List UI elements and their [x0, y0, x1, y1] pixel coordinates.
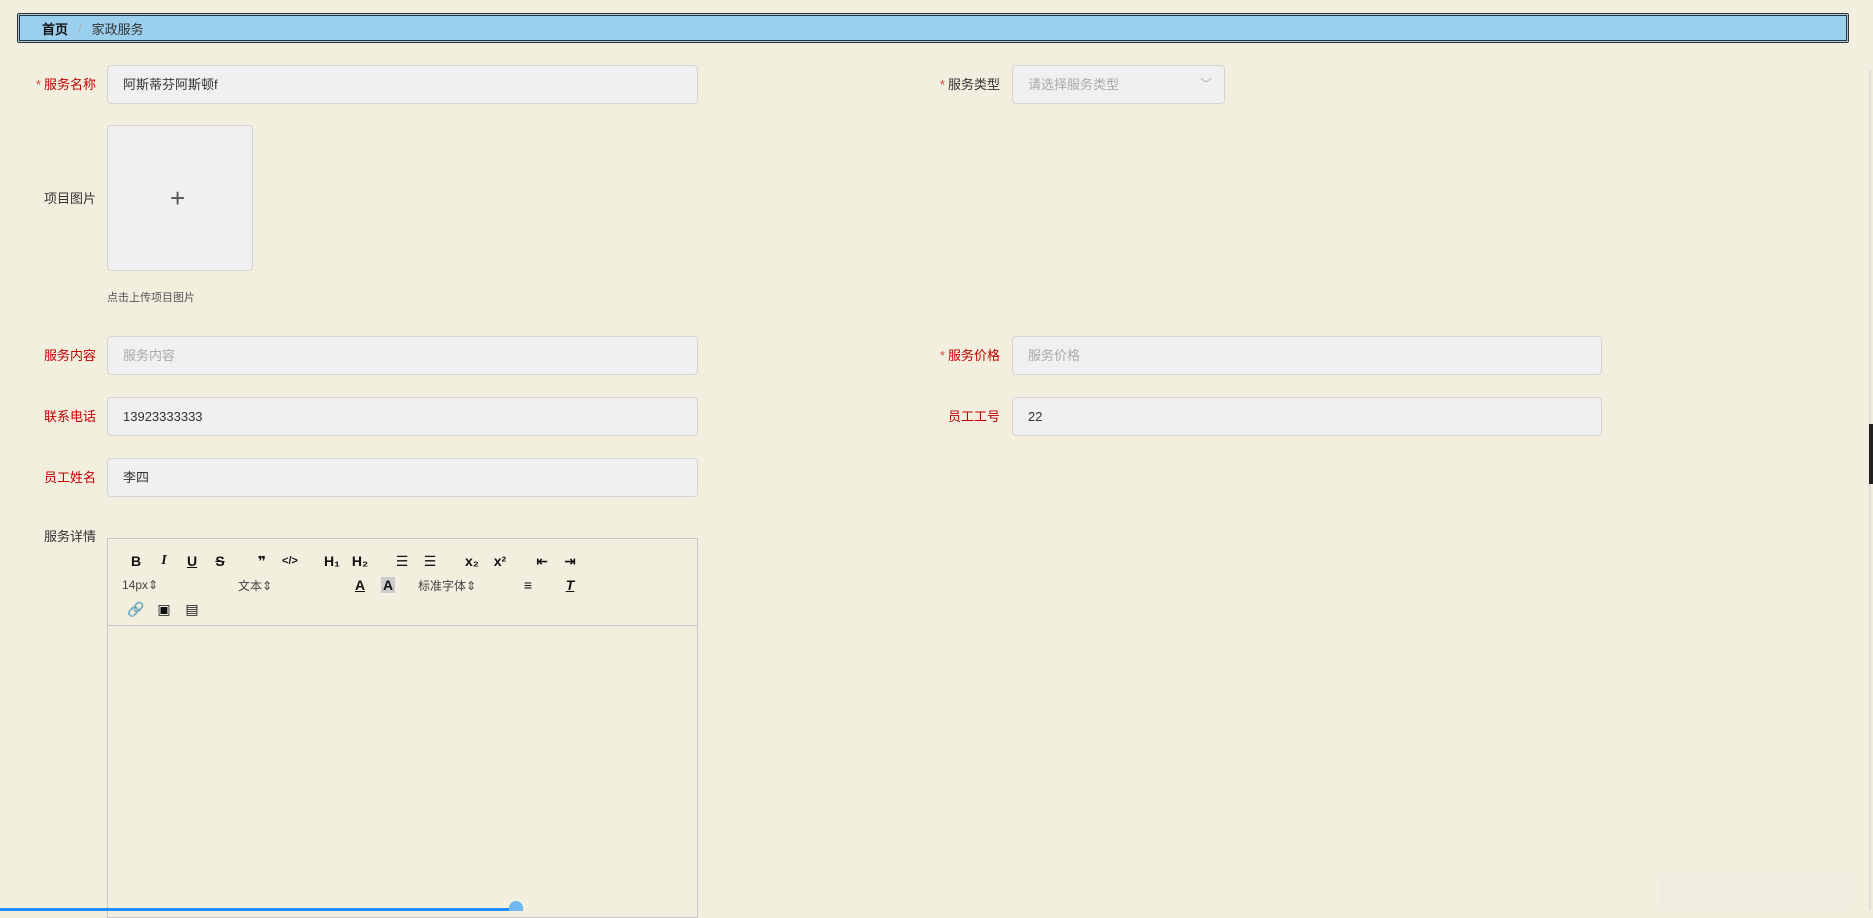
updown-icon: ⇕: [262, 578, 273, 593]
subscript-icon[interactable]: x₂: [458, 553, 486, 569]
scrollbar-track[interactable]: [1869, 70, 1871, 910]
service-type-label: * 服务类型: [939, 77, 1000, 92]
upload-hint: 点击上传项目图片: [107, 292, 195, 304]
employee-id-label: 员工工号: [947, 409, 1000, 424]
editor-toolbar: B I U S ❞ </> H₁ H₂ ☰ ☰ x₂ x² ⇤ ⇥ 14px⇕ …: [108, 539, 697, 626]
superscript-icon[interactable]: x²: [486, 553, 514, 569]
outdent-icon[interactable]: ⇤: [528, 553, 556, 570]
font-family-select[interactable]: 标准字体⇕: [402, 577, 514, 594]
strikethrough-icon[interactable]: S: [206, 553, 234, 569]
align-icon[interactable]: ≡: [514, 577, 542, 593]
details-label: 服务详情: [43, 529, 96, 544]
header-select[interactable]: 文本⇕: [234, 577, 346, 594]
plus-icon: +: [170, 183, 186, 213]
heading1-icon[interactable]: H₁: [318, 553, 346, 569]
editor-content[interactable]: [108, 626, 697, 916]
service-type-select[interactable]: 请选择服务类型 ﹀: [1012, 65, 1225, 104]
bullet-list-icon[interactable]: ☰: [416, 553, 444, 570]
image-icon[interactable]: ▣: [150, 601, 178, 618]
image-upload[interactable]: +: [107, 125, 253, 271]
service-content-label: 服务内容: [43, 348, 96, 363]
clear-format-icon[interactable]: T: [556, 577, 584, 593]
breadcrumb-current: 家政服务: [91, 21, 144, 37]
font-color-icon[interactable]: A: [346, 577, 374, 593]
phone-input[interactable]: 13923333333: [107, 397, 698, 436]
italic-icon[interactable]: I: [150, 553, 178, 569]
faint-overlay: [1660, 873, 1850, 907]
updown-icon: ⇕: [148, 578, 159, 592]
employee-name-input[interactable]: 李四: [107, 458, 698, 497]
underline-icon[interactable]: U: [178, 553, 206, 569]
code-block-icon[interactable]: </>: [276, 555, 304, 567]
ordered-list-icon[interactable]: ☰: [388, 553, 416, 570]
bold-icon[interactable]: B: [122, 553, 150, 569]
breadcrumb-home[interactable]: 首页: [42, 19, 68, 38]
updown-icon: ⇕: [466, 578, 477, 593]
background-color-icon[interactable]: A: [381, 577, 395, 593]
video-icon[interactable]: ▤: [178, 601, 206, 618]
heading2-icon[interactable]: H₂: [346, 553, 374, 569]
breadcrumb: 首页 / 家政服务: [17, 13, 1849, 43]
chevron-down-icon: ﹀: [1199, 77, 1212, 91]
breadcrumb-separator: /: [78, 20, 82, 36]
link-icon[interactable]: 🔗: [122, 601, 150, 618]
service-name-label: * 服务名称: [35, 77, 96, 92]
employee-id-input[interactable]: 22: [1012, 397, 1602, 436]
phone-label: 联系电话: [43, 409, 96, 424]
progress-indicator: [509, 901, 523, 911]
service-content-input[interactable]: 服务内容: [107, 336, 698, 375]
font-size-select[interactable]: 14px⇕: [122, 578, 234, 592]
indent-icon[interactable]: ⇥: [556, 553, 584, 570]
rich-text-editor: B I U S ❞ </> H₁ H₂ ☰ ☰ x₂ x² ⇤ ⇥ 14px⇕ …: [107, 538, 698, 918]
blockquote-icon[interactable]: ❞: [248, 553, 276, 570]
scrollbar-thumb[interactable]: [1869, 424, 1873, 484]
project-image-label: 项目图片: [43, 191, 96, 206]
service-price-label: * 服务价格: [939, 348, 1000, 363]
service-name-input[interactable]: 阿斯蒂芬阿斯顿f: [107, 65, 698, 104]
employee-name-label: 员工姓名: [43, 470, 96, 485]
service-price-input[interactable]: 服务价格: [1012, 336, 1602, 375]
